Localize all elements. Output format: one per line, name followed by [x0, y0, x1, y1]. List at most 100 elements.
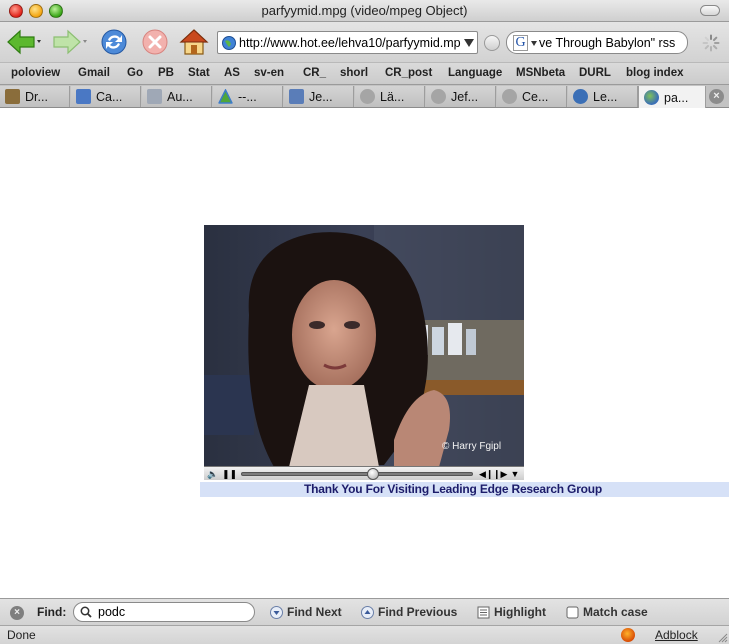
- bookmark-item[interactable]: poloview: [11, 67, 60, 79]
- stop-icon: [142, 29, 168, 55]
- app-icon: [76, 89, 91, 104]
- forward-button[interactable]: [52, 27, 88, 57]
- video-controls: 🔈 ❚❚ ◀❙ ❙▶ ▼: [204, 466, 524, 480]
- tab-label: Je...: [309, 89, 333, 104]
- tab-label: pa...: [664, 90, 689, 105]
- highlight-label: Highlight: [494, 605, 546, 619]
- banner-text: Thank You For Visiting Leading Edge Rese…: [304, 482, 603, 496]
- tab-label: --...: [238, 89, 257, 104]
- step-back-icon[interactable]: ◀❙: [479, 468, 493, 480]
- bookmark-item[interactable]: MSNbeta: [516, 67, 565, 79]
- bookmark-item[interactable]: sv-en: [254, 67, 284, 79]
- tab[interactable]: Le...: [568, 86, 638, 107]
- status-text: Done: [7, 628, 36, 642]
- video-watermark: © Harry Fgipl: [442, 441, 502, 452]
- bookmark-item[interactable]: shorl: [340, 67, 368, 79]
- chart-icon: [289, 89, 304, 104]
- bookmark-item[interactable]: Language: [448, 67, 502, 79]
- firefox-icon[interactable]: [621, 628, 635, 642]
- arrow-up-icon: [361, 605, 374, 619]
- triangle-icon: [218, 89, 233, 104]
- find-input[interactable]: podc: [73, 602, 255, 622]
- bookmark-item[interactable]: CR_post: [385, 67, 432, 79]
- page-content: © Harry Fgipl 🔈 ❚❚ ◀❙ ❙▶ ▼ Thank You For…: [0, 108, 729, 598]
- globe-icon: [573, 89, 588, 104]
- close-tab-icon[interactable]: ×: [709, 89, 724, 104]
- tab[interactable]: Ce...: [497, 86, 567, 107]
- reload-icon: [101, 29, 127, 55]
- match-case-checkbox[interactable]: Match case: [566, 605, 648, 619]
- status-bar: Done Adblock: [0, 625, 729, 644]
- playback-progress-track[interactable]: [241, 472, 473, 476]
- bookmark-item[interactable]: Stat: [188, 67, 210, 79]
- adblock-link[interactable]: Adblock: [655, 628, 698, 642]
- tab-label: Jef...: [451, 89, 479, 104]
- bookmark-item[interactable]: AS: [224, 67, 240, 79]
- tab-label: Lä...: [380, 89, 405, 104]
- search-icon: [80, 606, 92, 618]
- back-button[interactable]: [6, 27, 42, 57]
- checkbox-icon: [566, 606, 579, 618]
- page-icon: [502, 89, 517, 104]
- tab[interactable]: Jef...: [426, 86, 496, 107]
- search-input[interactable]: ve Through Babylon" rss: [539, 36, 684, 50]
- globe-icon: [644, 90, 659, 105]
- find-previous-button[interactable]: Find Previous: [361, 605, 457, 619]
- find-label: Find:: [37, 605, 67, 619]
- toolbar-toggle-button[interactable]: [700, 5, 720, 16]
- tab-label: Au...: [167, 89, 193, 104]
- loading-throbber-icon: [702, 34, 720, 52]
- bookmark-item[interactable]: PB: [158, 67, 174, 79]
- highlight-icon: [477, 606, 490, 618]
- arrow-down-icon: [270, 605, 283, 619]
- tab[interactable]: --...: [213, 86, 283, 107]
- reload-button[interactable]: [99, 27, 129, 57]
- go-button[interactable]: [484, 35, 500, 51]
- tab[interactable]: Dr...: [0, 86, 70, 107]
- menu-dropdown-icon[interactable]: ▼: [509, 468, 521, 480]
- bookmark-item[interactable]: Gmail: [78, 67, 110, 79]
- video-frame: [204, 225, 524, 467]
- tab[interactable]: Je...: [284, 86, 354, 107]
- tab-label: Dr...: [25, 89, 48, 104]
- match-case-label: Match case: [583, 605, 648, 619]
- bookmark-item[interactable]: CR_: [303, 67, 326, 79]
- pause-icon[interactable]: ❚❚: [222, 468, 237, 480]
- google-search-engine-icon[interactable]: G: [513, 35, 528, 51]
- tab-active[interactable]: pa...: [638, 86, 706, 109]
- url-history-dropdown-icon[interactable]: [464, 39, 474, 47]
- search-engine-dropdown-icon[interactable]: [531, 41, 537, 46]
- bookmarks-toolbar: poloview Gmail Go PB Stat AS sv-en CR_ s…: [0, 62, 729, 84]
- home-button[interactable]: [178, 27, 210, 57]
- find-next-button[interactable]: Find Next: [270, 605, 342, 619]
- resize-grip-icon[interactable]: [716, 631, 728, 643]
- find-bar: × Find: podc Find Next Find Previous Hig…: [0, 598, 729, 625]
- tab-strip: Dr... Ca... Au... --... Je... Lä... Jef.…: [0, 84, 729, 109]
- url-text[interactable]: http://www.hot.ee/lehva10/parfyymid.mpg: [239, 36, 461, 50]
- tab[interactable]: Ca...: [71, 86, 141, 107]
- close-findbar-icon[interactable]: ×: [10, 606, 24, 620]
- tab[interactable]: Lä...: [355, 86, 425, 107]
- tab-label: Ce...: [522, 89, 549, 104]
- find-query[interactable]: podc: [98, 605, 125, 619]
- volume-icon[interactable]: 🔈: [206, 468, 220, 480]
- highlight-button[interactable]: Highlight: [477, 605, 546, 619]
- bookmark-item[interactable]: Go: [127, 67, 143, 79]
- as-icon: [147, 89, 162, 104]
- find-next-label: Find Next: [287, 605, 342, 619]
- title-bar: parfyymid.mpg (video/mpeg Object): [0, 0, 729, 22]
- page-icon: [360, 89, 375, 104]
- bookmark-item[interactable]: DURL: [579, 67, 611, 79]
- playback-position-knob[interactable]: [367, 468, 380, 480]
- address-bar[interactable]: http://www.hot.ee/lehva10/parfyymid.mpg: [217, 31, 478, 54]
- tab-label: Le...: [593, 89, 618, 104]
- step-forward-icon[interactable]: ❙▶: [493, 468, 507, 480]
- back-arrow-icon: [7, 29, 41, 55]
- search-bar[interactable]: G ve Through Babylon" rss: [506, 31, 688, 54]
- home-icon: [179, 29, 209, 55]
- document-icon: [5, 89, 20, 104]
- bookmark-item[interactable]: blog index: [626, 67, 684, 79]
- video-player[interactable]: © Harry Fgipl: [204, 225, 524, 467]
- stop-button[interactable]: [140, 27, 170, 57]
- tab[interactable]: Au...: [142, 86, 212, 107]
